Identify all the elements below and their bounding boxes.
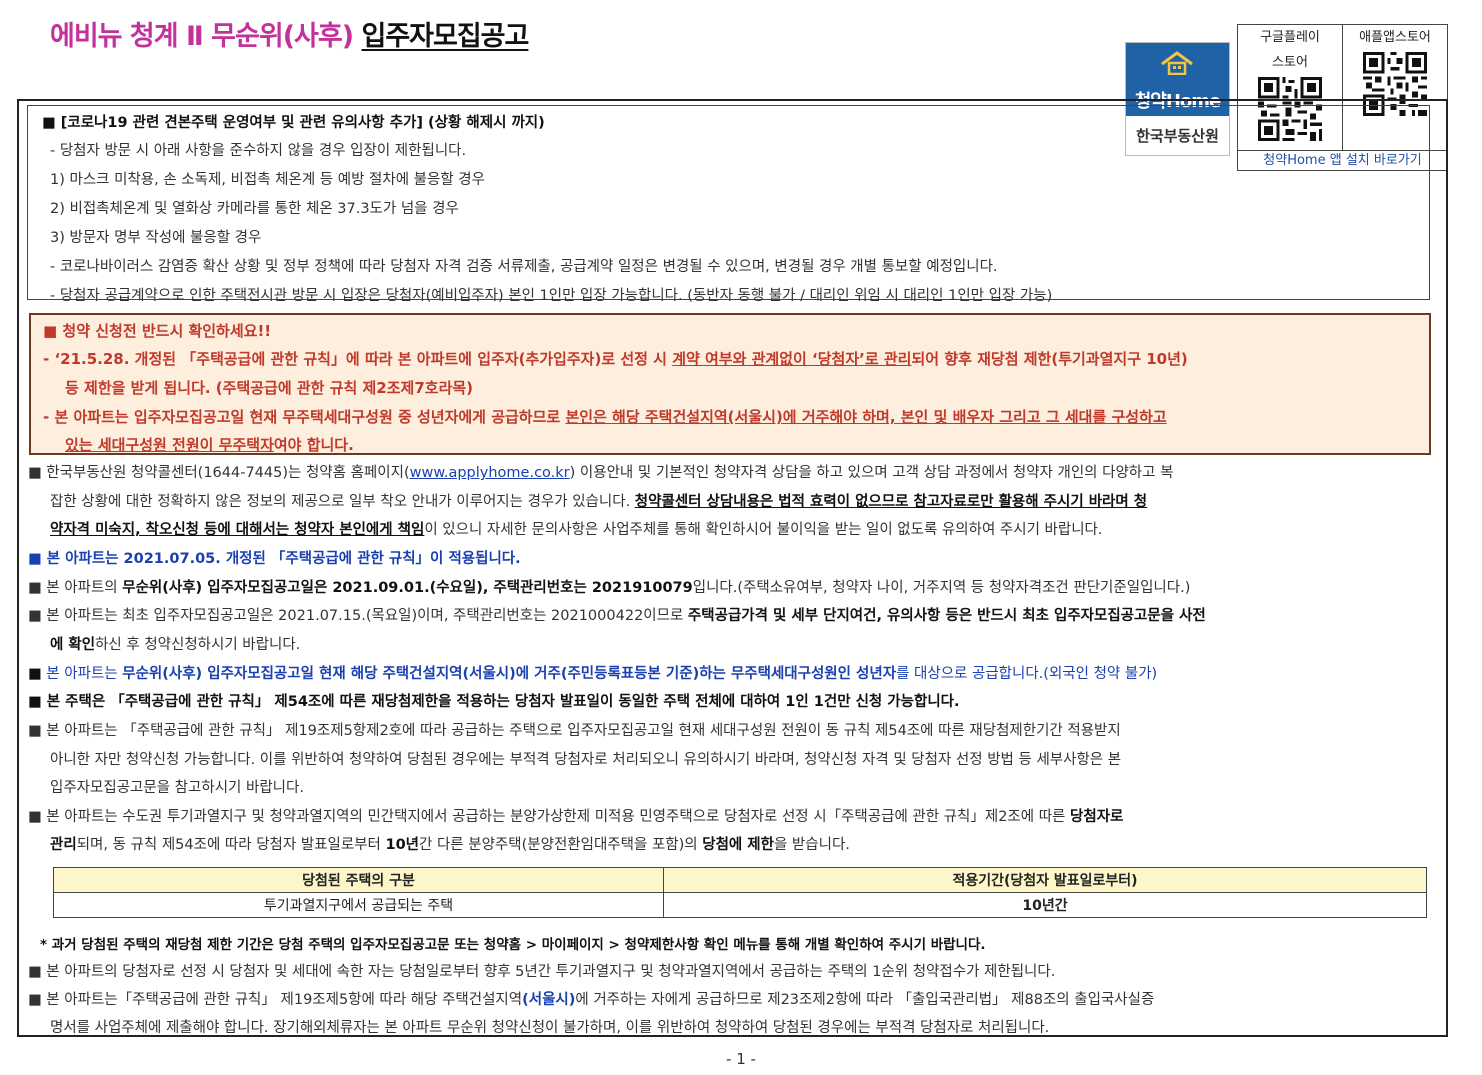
table-row: 투기과열지구에서 공급되는 주택 10년간 <box>53 892 1427 918</box>
page-title: 에비뉴 청계 Ⅱ 무순위(사후) 입주자모집공고 <box>50 14 529 53</box>
covid-line: - 코로나바이러스 감염증 확산 상황 및 정부 정책에 따라 당첨자 자격 검… <box>50 259 998 275</box>
covid-line: - 당첨자 공급계약으로 인한 주택전시관 방문 시 입장은 당첨자(예비입주자… <box>50 288 1053 304</box>
notice-line: 있는 세대구성원 전원이 무주택자여야 합니다. <box>65 436 354 454</box>
first-priority-restriction-paragraph: ■ 본 아파트의 당첨자로 선정 시 당첨자 및 세대에 속한 자는 당첨일로부… <box>28 964 1056 980</box>
winner-management-paragraph: ■ 본 아파트는 수도권 투기과열지구 및 청약과열지역의 민간택지에서 공급하… <box>28 809 1124 825</box>
rewin-restriction-paragraph-cont: 아니한 자만 청약신청 가능합니다. 이를 위반하여 청약하여 당첨된 경우에는… <box>50 752 1122 768</box>
covid-line: 1) 마스크 미착용, 손 소독제, 비접촉 체온계 등 예방 절차에 불응할 … <box>50 172 485 188</box>
notice-line: - ‘21.5.28. 개정된 「주택공급에 관한 규칙」에 따라 본 아파트에… <box>43 350 1188 368</box>
residency-requirement-paragraph: ■ 본 아파트는「주택공급에 관한 규칙」 제19조제5항에 따라 해당 주택건… <box>28 992 1155 1008</box>
rewin-restriction-paragraph: ■ 본 아파트는 「주택공급에 관한 규칙」 제19조제5항제2호에 따라 공급… <box>28 723 1121 739</box>
one-application-notice: ■ 본 주택은 「주택공급에 관한 규칙」 제54조에 따른 재당첨제한을 적용… <box>28 694 960 710</box>
notice-heading: ■ 청약 신청전 반드시 확인하세요!! <box>43 322 272 340</box>
callcenter-paragraph: ■ 한국부동산원 청약콜센터(1644-7445)는 청약홈 홈페이지(www.… <box>28 465 1174 481</box>
google-play-label: 구글플레이 스토어 <box>1260 30 1320 70</box>
important-notice-box: ■ 청약 신청전 반드시 확인하세요!! - ‘21.5.28. 개정된 「주택… <box>29 313 1431 455</box>
rewin-check-note: * 과거 당첨된 주택의 재당첨 제한 기간은 당첨 주택의 입주자모집공고문 … <box>40 937 986 953</box>
covid-notice-box: ■ [코로나19 관련 견본주택 운영여부 및 관련 유의사항 추가] (상황 … <box>27 105 1430 304</box>
table-cell: 투기과열지구에서 공급되는 주택 <box>53 892 664 918</box>
notice-line: - 본 아파트는 입주자모집공고일 현재 무주택세대구성원 중 성년자에게 공급… <box>43 408 1167 426</box>
callcenter-paragraph-cont: 잡한 상황에 대한 정확하지 않은 정보의 제공으로 일부 착오 안내가 이루어… <box>50 494 1148 510</box>
initial-announcement-paragraph: ■ 본 아파트는 최초 입주자모집공고일은 2021.07.15.(목요일)이며… <box>28 608 1206 624</box>
notice-line: 등 제한을 받게 됩니다. (주택공급에 관한 규칙 제2조제7호라목) <box>65 379 474 397</box>
rewin-restriction-paragraph-cont: 입주자모집공고문을 참고하시기 바랍니다. <box>50 780 304 796</box>
announcement-date-paragraph: ■ 본 아파트의 무순위(사후) 입주자모집공고일은 2021.09.01.(수… <box>28 580 1191 596</box>
table-header-cell: 당첨된 주택의 구분 <box>53 867 664 893</box>
callcenter-paragraph-cont: 약자격 미숙지, 착오신청 등에 대해서는 청약자 본인에게 책임이 있으니 자… <box>50 522 1103 538</box>
eligibility-paragraph: ■ 본 아파트는 무순위(사후) 입주자모집공고일 현재 해당 주택건설지역(서… <box>28 666 1158 682</box>
residency-requirement-paragraph-cont: 명서를 사업주체에 제출해야 합니다. 장기해외체류자는 본 아파트 무순위 청… <box>50 1020 1050 1036</box>
covid-heading: ■ [코로나19 관련 견본주택 운영여부 및 관련 유의사항 추가] (상황 … <box>42 115 545 131</box>
covid-line: 3) 방문자 명부 작성에 불응할 경우 <box>50 230 262 246</box>
page-number: - 1 - <box>726 1050 756 1068</box>
initial-announcement-paragraph-cont: 에 확인하신 후 청약신청하시기 바랍니다. <box>50 637 301 653</box>
rule-applied-notice: ■ 본 아파트는 2021.07.05. 개정된 「주택공급에 관한 규칙」이 … <box>28 551 521 567</box>
covid-line: 2) 비접촉체온계 및 열화상 카메라를 통한 체온 37.3도가 넘을 경우 <box>50 201 459 217</box>
apple-store-label: 애플앱스토어 <box>1359 30 1431 45</box>
house-icon <box>1161 51 1193 75</box>
table-header-row: 당첨된 주택의 구분 적용기간(당첨자 발표일로부터) <box>53 867 1427 893</box>
applyhome-link[interactable]: www.applyhome.co.kr <box>410 465 570 481</box>
rewin-period-table: 당첨된 주택의 구분 적용기간(당첨자 발표일로부터) 투기과열지구에서 공급되… <box>53 867 1427 918</box>
table-header-cell: 적용기간(당첨자 발표일로부터) <box>663 867 1427 893</box>
title-prefix: 에비뉴 청계 Ⅱ 무순위(사후) <box>50 21 354 52</box>
covid-line: - 당첨자 방문 시 아래 사항을 준수하지 않을 경우 입장이 제한됩니다. <box>50 143 467 159</box>
title-main: 입주자모집공고 <box>361 21 529 52</box>
table-cell: 10년간 <box>663 892 1427 918</box>
winner-management-paragraph-cont: 관리되며, 동 규칙 제54조에 따라 당첨자 발표일로부터 10년간 다른 분… <box>50 837 850 853</box>
